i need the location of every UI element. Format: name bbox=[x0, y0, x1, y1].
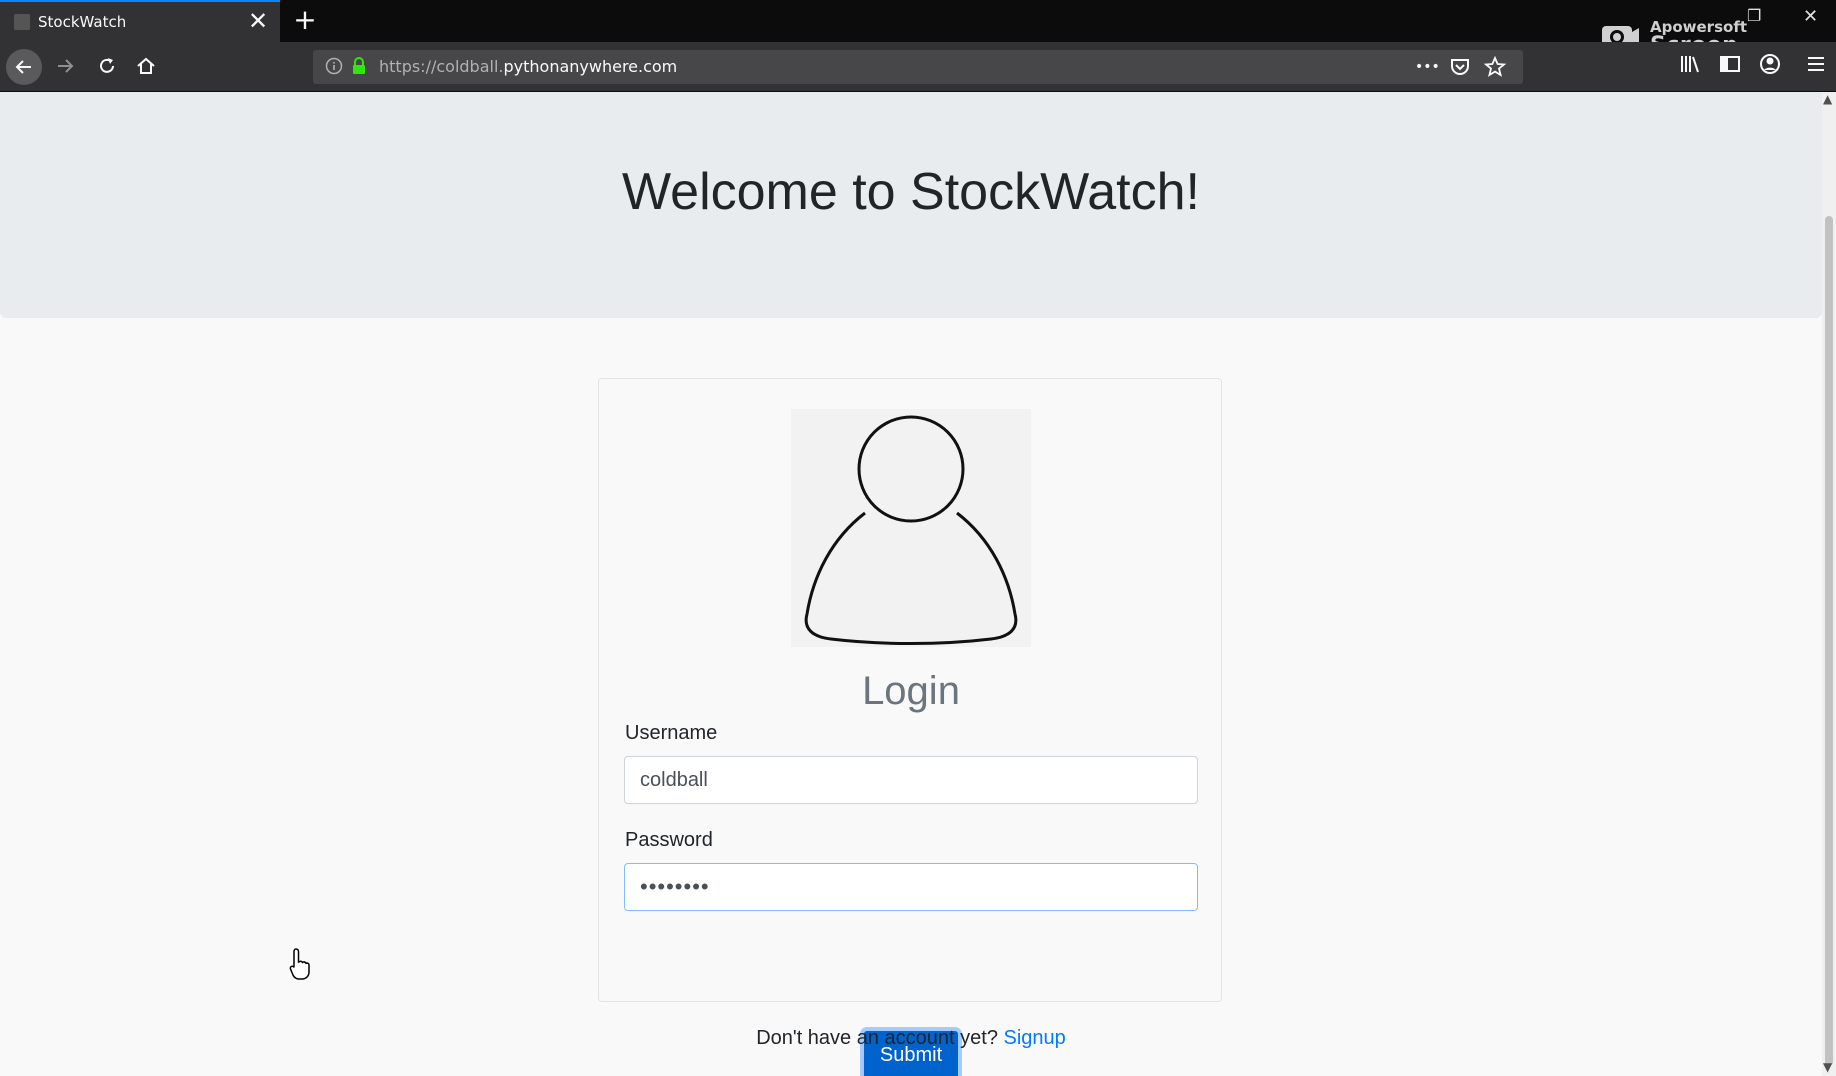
info-icon[interactable] bbox=[325, 57, 343, 75]
signup-prompt: Don't have an account yet? Signup bbox=[0, 1027, 1822, 1050]
sidebar-icon[interactable] bbox=[1716, 50, 1744, 78]
close-window-icon[interactable]: ✕ bbox=[1803, 6, 1818, 27]
password-input[interactable]: •••••••• bbox=[624, 863, 1198, 911]
login-heading: Login bbox=[862, 669, 960, 713]
username-input[interactable]: coldball bbox=[624, 756, 1198, 804]
reload-icon bbox=[100, 58, 114, 73]
reload-button[interactable] bbox=[90, 49, 124, 83]
browser-tab[interactable]: StockWatch ✕ bbox=[0, 0, 280, 42]
mouse-cursor-icon bbox=[289, 948, 310, 980]
pocket-icon[interactable] bbox=[1448, 55, 1472, 79]
arrow-left-icon bbox=[15, 60, 31, 74]
home-button[interactable] bbox=[129, 49, 163, 83]
page-viewport: Welcome to StockWatch! Login Username co… bbox=[0, 92, 1822, 1076]
scrollbar-thumb[interactable] bbox=[1825, 216, 1833, 1066]
signup-question: Don't have an account yet? bbox=[756, 1027, 998, 1049]
bookmark-star-icon[interactable] bbox=[1483, 55, 1507, 79]
url-host: pythonanywhere.com bbox=[503, 57, 678, 76]
scroll-down-icon[interactable]: ▼ bbox=[1823, 1060, 1832, 1074]
library-icon[interactable] bbox=[1676, 50, 1704, 78]
signup-link[interactable]: Signup bbox=[1004, 1027, 1066, 1049]
user-avatar-icon bbox=[791, 409, 1031, 647]
jumbotron: Welcome to StockWatch! bbox=[0, 92, 1822, 318]
back-button[interactable] bbox=[6, 49, 42, 85]
scroll-up-icon[interactable]: ▲ bbox=[1823, 92, 1832, 106]
account-icon[interactable] bbox=[1756, 50, 1784, 78]
url-prefix: https://coldball. bbox=[379, 57, 504, 76]
browser-tab-strip: StockWatch ✕ + Apowersoft Screen Recorde… bbox=[0, 0, 1836, 83]
address-bar[interactable]: https://coldball.pythonanywhere.com ••• bbox=[313, 50, 1523, 84]
tab-title: StockWatch bbox=[38, 13, 127, 31]
forward-button[interactable] bbox=[48, 49, 82, 83]
arrow-right-icon bbox=[58, 59, 74, 73]
password-label: Password bbox=[625, 829, 713, 851]
url-text[interactable]: https://coldball.pythonanywhere.com bbox=[379, 57, 677, 76]
restore-window-icon[interactable]: ❐ bbox=[1747, 6, 1761, 25]
page-scrollbar[interactable]: ▲ ▼ bbox=[1822, 92, 1836, 1076]
browser-toolbar: https://coldball.pythonanywhere.com ••• bbox=[0, 42, 1836, 92]
close-tab-icon[interactable]: ✕ bbox=[248, 8, 268, 34]
hamburger-menu-icon[interactable] bbox=[1802, 50, 1830, 78]
login-card: Login Username coldball Password •••••••… bbox=[598, 378, 1222, 1076]
favicon-icon bbox=[14, 14, 30, 30]
page-title: Welcome to StockWatch! bbox=[622, 163, 1200, 221]
page-actions-icon[interactable]: ••• bbox=[1415, 55, 1440, 79]
username-label: Username bbox=[625, 722, 718, 744]
lock-icon[interactable] bbox=[351, 57, 367, 75]
home-icon bbox=[137, 57, 155, 74]
new-tab-button[interactable]: + bbox=[289, 4, 321, 36]
